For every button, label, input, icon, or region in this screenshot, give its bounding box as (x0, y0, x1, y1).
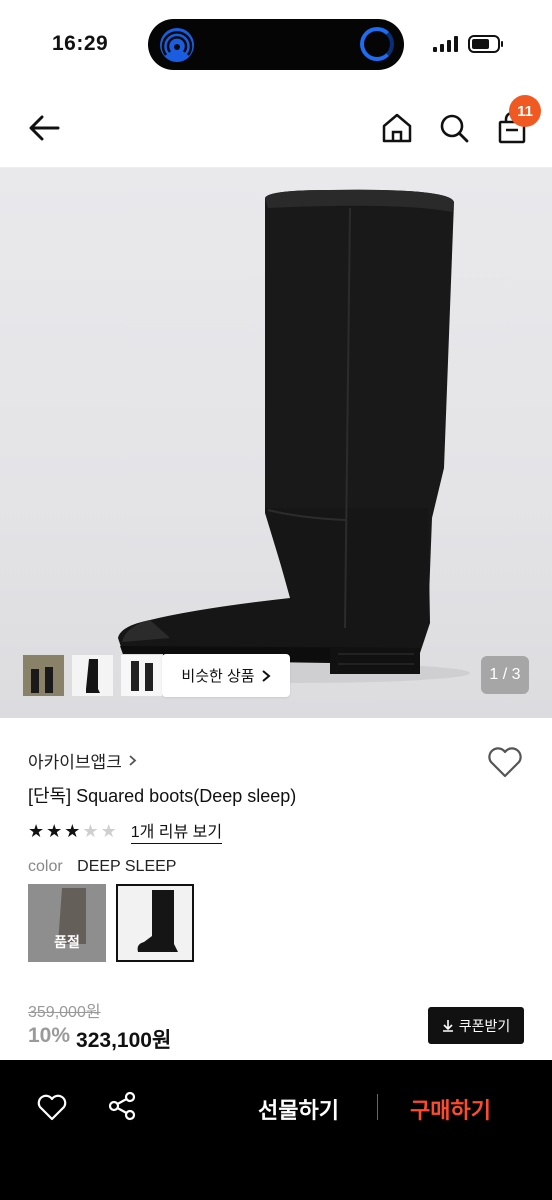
swatch-deep-sleep[interactable] (116, 884, 194, 962)
sale-price: 323,100원 (76, 1029, 172, 1052)
gift-button[interactable]: 선물하기 (258, 1093, 339, 1125)
color-value: DEEP SLEEP (77, 858, 177, 875)
bottom-action-bar: 선물하기 구매하기 (0, 1060, 552, 1200)
brand-link[interactable]: 아카이브앱크 (28, 748, 137, 773)
back-arrow-icon[interactable] (26, 108, 66, 148)
thumbnail-strip (22, 654, 163, 697)
thumbnail-1[interactable] (22, 654, 65, 697)
star-icon: ★ (64, 821, 81, 841)
price-row: 10% 323,100원 (28, 1024, 171, 1054)
star-icon: ★ (28, 821, 45, 841)
home-icon[interactable] (380, 108, 414, 148)
heart-icon[interactable] (36, 1092, 68, 1122)
status-indicators (433, 35, 504, 53)
color-swatches: 품절 (28, 884, 194, 962)
dynamic-island (148, 19, 404, 70)
heart-icon[interactable] (486, 744, 524, 780)
search-icon[interactable] (437, 108, 471, 148)
soldout-label: 품절 (54, 934, 80, 950)
star-icon: ★ (82, 821, 99, 841)
thumbnail-2[interactable] (71, 654, 114, 697)
original-price: 359,000원 (28, 1004, 101, 1021)
chevron-right-icon (261, 669, 271, 682)
product-image-gallery[interactable]: 비슷한 상품 1 / 3 (0, 168, 552, 718)
product-title: [단독] Squared boots(Deep sleep) (28, 786, 297, 806)
share-icon[interactable] (106, 1090, 138, 1122)
boot-photo (118, 189, 470, 683)
download-icon (442, 1020, 453, 1032)
buy-button[interactable]: 구매하기 (410, 1093, 491, 1125)
thumbnail-3[interactable] (120, 654, 163, 697)
battery-icon (468, 35, 503, 53)
review-link[interactable]: 1개 리뷰 보기 (130, 818, 223, 844)
similar-products-label: 비슷한 상품 (181, 668, 255, 685)
divider (377, 1094, 378, 1120)
swatch-soldout[interactable]: 품절 (28, 884, 106, 962)
image-page-indicator: 1 / 3 (481, 656, 529, 694)
status-time: 16:29 (52, 32, 109, 55)
chevron-right-icon (129, 755, 137, 766)
cart-count-badge: 11 (509, 95, 541, 127)
discount-rate: 10% (28, 1024, 71, 1047)
broadcast-icon (160, 28, 194, 62)
similar-products-button[interactable]: 비슷한 상품 (162, 654, 290, 697)
color-row: color DEEP SLEEP (28, 858, 176, 876)
top-nav (0, 88, 552, 168)
star-icon: ★ (46, 821, 63, 841)
coupon-label: 쿠폰받기 (458, 1017, 511, 1034)
coupon-button[interactable]: 쿠폰받기 (428, 1007, 524, 1044)
activity-ring-icon (360, 27, 394, 61)
brand-name: 아카이브앱크 (28, 753, 122, 772)
rating: ★ ★ ★ ★ ★ 1개 리뷰 보기 (28, 818, 223, 844)
status-bar: 16:29 (0, 0, 552, 88)
signal-icon (433, 36, 458, 52)
star-icon: ★ (100, 821, 117, 841)
color-label: color (28, 858, 63, 875)
